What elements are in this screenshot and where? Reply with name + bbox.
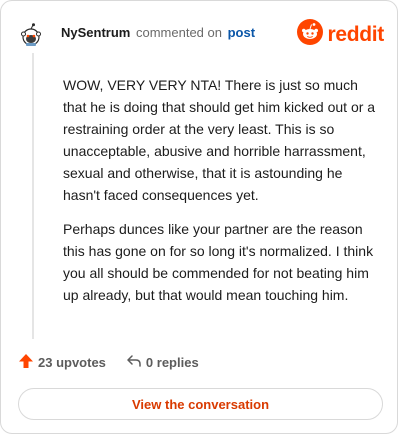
comment-embed-card: NySentrum commented on post reddit WOW, … <box>0 0 398 434</box>
snoo-avatar-icon[interactable] <box>18 22 44 48</box>
view-conversation-button[interactable]: View the conversation <box>18 388 383 420</box>
username-link[interactable]: NySentrum <box>61 25 130 40</box>
comment-paragraph-1: WOW, VERY VERY NTA! There is just so muc… <box>63 77 376 203</box>
reddit-wordmark: reddit <box>327 22 384 46</box>
upvote-arrow-icon <box>18 353 38 372</box>
commented-on-text: commented on <box>135 25 222 40</box>
thread-line <box>32 53 34 339</box>
comment-body: WOW, VERY VERY NTA! There is just so muc… <box>63 74 381 318</box>
replies-count: 0 replies <box>145 355 199 370</box>
reddit-logo-icon <box>297 19 324 50</box>
post-link[interactable]: post <box>228 25 255 40</box>
comment-meta: NySentrum commented on post <box>61 25 255 41</box>
upvotes-count: 23 upvotes <box>38 355 106 370</box>
reply-arrow-icon <box>126 353 146 372</box>
replies-button[interactable]: 0 replies <box>126 353 199 372</box>
comment-paragraph-2: Perhaps dunces like your partner are the… <box>63 221 374 303</box>
comment-header: NySentrum commented on post reddit <box>18 19 384 51</box>
reddit-brand[interactable]: reddit <box>297 19 384 50</box>
upvotes-button[interactable]: 23 upvotes <box>18 353 106 372</box>
comment-actions: 23 upvotes 0 replies <box>18 353 199 372</box>
